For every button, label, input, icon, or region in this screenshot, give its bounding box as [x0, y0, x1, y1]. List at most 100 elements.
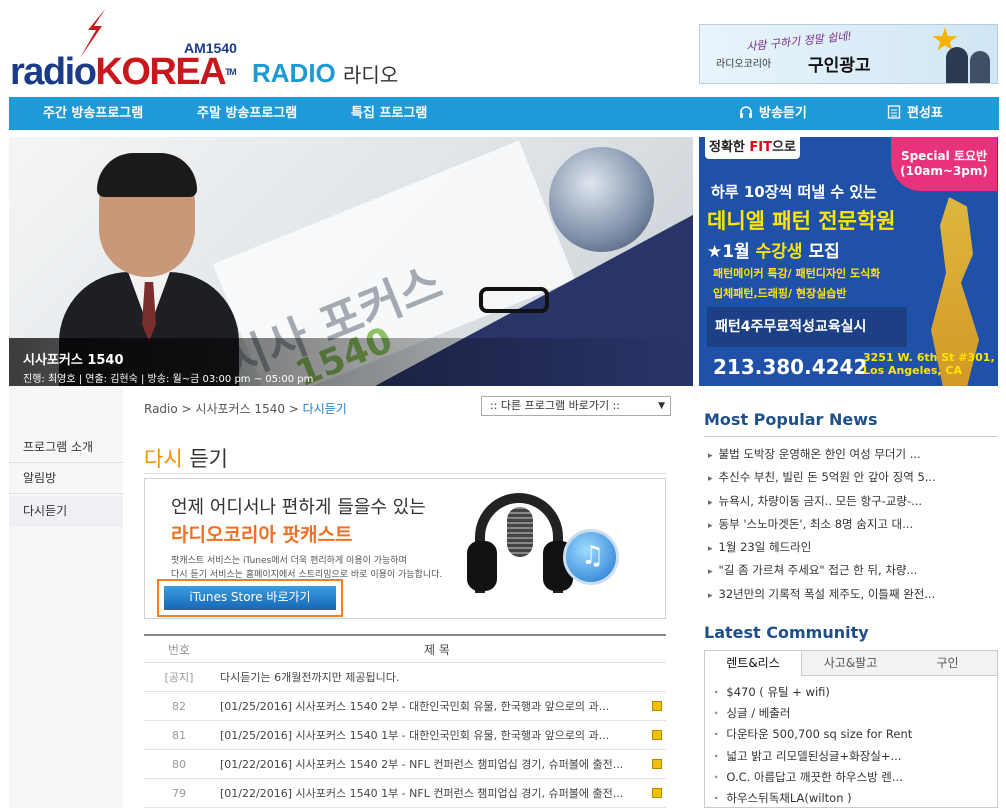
- ad-line3-b: 수강생: [755, 242, 803, 262]
- tab-rent-lease[interactable]: 렌트&리스: [705, 651, 802, 676]
- news-item[interactable]: 1월 23일 헤드라인: [704, 539, 998, 562]
- itunes-store-button[interactable]: iTunes Store 바로가기: [157, 579, 343, 617]
- row-number: 79: [172, 787, 186, 800]
- audio-file-icon[interactable]: [652, 701, 662, 711]
- podcast-box: 언제 어디서나 편하게 들을수 있는 라디오코리아 팟캐스트 팟캐스트 서비스는…: [144, 478, 666, 619]
- news-item[interactable]: 32년만의 기록적 폭설 제주도, 이틀째 완전...: [704, 586, 998, 609]
- row-title[interactable]: [01/22/2016] 시사포커스 1540 2부 - NFL 컨퍼런스 챔피…: [220, 750, 654, 779]
- row-number: [공지]: [164, 671, 194, 684]
- community-item[interactable]: 넓고 밝고 리모델된싱글+화장실+...: [712, 748, 996, 769]
- job-ad-banner[interactable]: 사람 구하기 정말 쉽네! 라디오코리아 구인광고: [699, 24, 998, 84]
- table-row[interactable]: 79 [01/22/2016] 시사포커스 1540 1부 - NFL 컨퍼런스 …: [144, 779, 666, 808]
- job-ad-brand: 라디오코리아: [716, 59, 772, 70]
- page-title: 다시 듣기: [144, 443, 228, 473]
- breadcrumb-current: 다시듣기: [302, 402, 347, 416]
- table-header: 번호 제 목: [144, 634, 666, 663]
- breadcrumb: Radio > 시사포커스 1540 > 다시듣기: [144, 400, 347, 417]
- table-row-notice[interactable]: [공지] 다시듣기는 6개월전까지만 제공됩니다.: [144, 663, 666, 692]
- businessman-figure: [970, 51, 990, 83]
- headphones-icon: [740, 106, 752, 118]
- podcast-title: 라디오코리아 팟캐스트: [171, 524, 353, 546]
- menu-notice[interactable]: 알림방: [9, 463, 123, 494]
- radiokorea-logo[interactable]: AM1540 radioKOREATM: [10, 8, 240, 92]
- program-banner: 시사 포커스 1540 시사포커스 1540 진행: 최영호 | 연출: 김현숙…: [9, 137, 693, 386]
- menu-program-intro[interactable]: 프로그램 소개: [9, 432, 123, 463]
- audio-file-icon[interactable]: [652, 759, 662, 769]
- globe-graphic: [549, 147, 654, 252]
- table-row[interactable]: 80 [01/22/2016] 시사포커스 1540 2부 - NFL 컨퍼런스 …: [144, 750, 666, 779]
- news-item[interactable]: 뉴욕시, 차량이동 금지.. 모든 항구-교량-...: [704, 493, 998, 516]
- ad-line5: 입체패턴,드래핑/ 현장실습반: [713, 287, 847, 300]
- news-item[interactable]: 동부 '스노마겟돈', 최소 8명 숨지고 대...: [704, 516, 998, 539]
- pattern-school-ad[interactable]: 정확한 FIT으로 Special 토요반 (10am~3pm) 하루 10장씩 …: [699, 137, 998, 386]
- audio-file-icon[interactable]: [652, 730, 662, 740]
- most-popular-divider: [704, 436, 998, 437]
- menu-replay[interactable]: 다시듣기: [9, 496, 123, 527]
- row-title[interactable]: [01/25/2016] 시사포커스 1540 2부 - 대한인국민회 유물, …: [220, 692, 654, 721]
- col-title: 제 목: [424, 643, 450, 657]
- job-ad-title: 구인광고: [808, 56, 871, 76]
- col-number: 번호: [167, 643, 191, 657]
- headphone-cup-left: [467, 541, 497, 591]
- nav-listen-live[interactable]: 방송듣기: [739, 97, 807, 130]
- ad-line3: ★1월 수강생 모집: [707, 237, 840, 262]
- ad-phone: 213.380.4242: [713, 355, 868, 379]
- dropdown-arrow-icon: ▼: [658, 401, 665, 411]
- audio-file-icon[interactable]: [652, 788, 662, 798]
- most-popular-title: Most Popular News: [704, 410, 878, 429]
- ad-line3-c: 모집: [802, 242, 840, 262]
- tab-buy-sell[interactable]: 사고&팔고: [802, 651, 899, 675]
- ad-address-line1: 3251 W. 6th St #301,: [863, 351, 995, 364]
- page-title-highlight: 다시: [144, 447, 183, 471]
- community-item[interactable]: 다운타운 500,700 sq size for Rent: [712, 726, 996, 747]
- schedule-list-icon: [887, 105, 901, 119]
- community-item[interactable]: $470 ( 유틸 + wifi): [712, 684, 996, 705]
- table-row[interactable]: 81 [01/25/2016] 시사포커스 1540 1부 - 대한인국민회 유물…: [144, 721, 666, 750]
- ad-badge-line1: Special 토요반: [900, 149, 988, 163]
- nav-listen-label: 방송듣기: [759, 106, 807, 121]
- breadcrumb-separator: >: [284, 402, 303, 416]
- row-number: 81: [172, 729, 186, 742]
- page-title-rest: 듣기: [182, 447, 228, 471]
- breadcrumb-separator: >: [177, 402, 196, 416]
- program-title: 시사포커스 1540: [23, 353, 124, 368]
- news-item[interactable]: 추신수 부친, 빌린 돈 5억원 안 갚아 징역 5...: [704, 469, 998, 492]
- row-title[interactable]: 다시듣기는 6개월전까지만 제공됩니다.: [220, 663, 654, 692]
- row-number: 80: [172, 758, 186, 771]
- businessman-figure: [946, 47, 968, 83]
- program-select[interactable]: :: 다른 프로그램 바로가기 :: ▼: [481, 396, 671, 416]
- community-item[interactable]: 싱글 / 베출러: [712, 705, 996, 726]
- nav-weekend-programs[interactable]: 주말 방송프로그램: [197, 97, 297, 130]
- ad-address: 3251 W. 6th St #301, Los Angeles, CA: [863, 351, 995, 377]
- program-select-value: :: 다른 프로그램 바로가기 ::: [490, 399, 621, 412]
- row-title[interactable]: [01/25/2016] 시사포커스 1540 1부 - 대한인국민회 유물, …: [220, 721, 654, 750]
- logo-wordmark: radioKOREATM: [10, 51, 237, 93]
- music-note-icon: ♫: [581, 541, 605, 571]
- podcast-desc-line1: 팟캐스트 서비스는 iTunes에서 더욱 편리하게 이용이 가능하며: [171, 556, 407, 566]
- replay-table: 번호 제 목 [공지] 다시듣기는 6개월전까지만 제공됩니다. 82 [01/25/…: [144, 634, 666, 808]
- news-item[interactable]: 불법 도박장 운영해온 한인 여성 무더기 ...: [704, 446, 998, 469]
- breadcrumb-program[interactable]: 시사포커스 1540: [195, 402, 285, 416]
- community-item[interactable]: O.C. 아름답고 깨끗한 하우스방 렌...: [712, 769, 996, 790]
- ad-line4: 패턴메이커 특강/ 패턴디자인 도식화: [713, 267, 881, 280]
- section-title-en: RADIO: [252, 58, 336, 88]
- ad-tag-post: 으로: [772, 140, 796, 155]
- nav-special-programs[interactable]: 특집 프로그램: [351, 97, 427, 130]
- ad-badge-line2: (10am~3pm): [900, 164, 988, 178]
- row-title[interactable]: [01/22/2016] 시사포커스 1540 1부 - NFL 컨퍼런스 챔피…: [220, 779, 654, 808]
- nav-schedule[interactable]: 편성표: [887, 97, 943, 130]
- ad-tag: 정확한 FIT으로: [705, 137, 800, 159]
- news-item[interactable]: "길 좀 가르쳐 주세요" 접근 한 뒤, 차량...: [704, 562, 998, 585]
- ad-line6: 패턴4주무료적성교육실시: [707, 307, 907, 347]
- left-menu: 프로그램 소개 알림방 다시듣기: [9, 432, 123, 527]
- title-divider: [144, 473, 666, 474]
- tab-jobs[interactable]: 구인: [899, 651, 996, 675]
- nav-weekly-programs[interactable]: 주간 방송프로그램: [43, 97, 143, 130]
- logo-radio-text: radio: [10, 51, 97, 93]
- table-row[interactable]: 82 [01/25/2016] 시사포커스 1540 2부 - 대한인국민회 유물…: [144, 692, 666, 721]
- breadcrumb-root[interactable]: Radio: [144, 402, 178, 416]
- latest-community-title: Latest Community: [704, 623, 869, 642]
- section-title: RADIO 라디오: [252, 58, 398, 89]
- news-list: 불법 도박장 운영해온 한인 여성 무더기 ... 추신수 부친, 빌린 돈 5…: [704, 446, 998, 609]
- row-number: 82: [172, 700, 186, 713]
